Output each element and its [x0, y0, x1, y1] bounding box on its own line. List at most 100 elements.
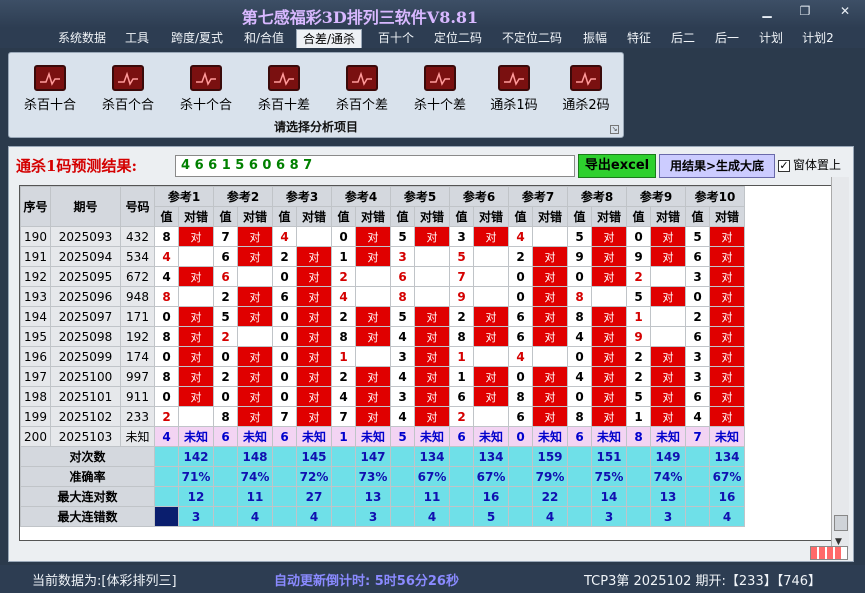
hit-cell: 对	[414, 326, 450, 347]
ref-value: 2	[331, 306, 356, 327]
stat-pad	[567, 506, 592, 527]
ribbon-btn-kill-sg-sum[interactable]: 杀十个合	[171, 65, 241, 113]
ribbon-btn-kill-bs-sum[interactable]: 杀百十合	[15, 65, 85, 113]
menu-last-two[interactable]: 后二	[666, 29, 700, 48]
stat-value: 12	[178, 486, 214, 507]
on-top-checkbox[interactable]: ✓ 窗体置上	[778, 156, 841, 173]
row-index: 190	[20, 226, 51, 247]
row-index: 194	[20, 306, 51, 327]
hit-cell: 对	[532, 306, 568, 327]
hit-cell: 对	[414, 406, 450, 427]
unknown-result: 未知	[414, 426, 450, 447]
predicted-value: 5	[390, 426, 415, 447]
checkbox-icon[interactable]: ✓	[778, 159, 790, 172]
ref-value: 0	[508, 286, 533, 307]
menu-feature[interactable]: 特征	[622, 29, 656, 48]
menu-system-data[interactable]: 系统数据	[52, 29, 112, 48]
ref-value: 2	[626, 266, 651, 287]
ref-value: 2	[626, 366, 651, 387]
hit-cell: 对	[296, 346, 332, 367]
stat-pad	[213, 486, 238, 507]
ref-value: 0	[213, 346, 238, 367]
col-header-correct: 对错	[414, 206, 450, 227]
ref-value: 0	[685, 286, 710, 307]
table-row[interactable]: 196 2025099 174 0 对 0 对 0 对 1 3 对 1 4 0 对 2 对 3 对	[20, 346, 745, 367]
table-row[interactable]: 197 2025100 997 8 对 2 对 0 对 2 对 4 对 1 对 0 对 4 对 2 对 3 对	[20, 366, 745, 387]
ribbon-btn-kill-bs-diff[interactable]: 杀百十差	[249, 65, 319, 113]
ribbon-btn-kill-bg-sum[interactable]: 杀百个合	[93, 65, 163, 113]
table-row[interactable]: 193 2025096 948 8 2 对 6 对 4 8 9 0 对 8 5 对 0 对	[20, 286, 745, 307]
predicted-value: 1	[331, 426, 356, 447]
hit-cell: 对	[591, 226, 627, 247]
ref-value: 4	[331, 386, 356, 407]
menu-pos-two[interactable]: 定位二码	[428, 29, 488, 48]
hit-cell: 对	[355, 246, 391, 267]
stat-value: 67%	[709, 466, 745, 487]
stat-value: 148	[237, 446, 273, 467]
hit-cell: 对	[532, 386, 568, 407]
ribbon-btn-kill-sg-diff[interactable]: 杀十个差	[405, 65, 475, 113]
stat-value: 4	[532, 506, 568, 527]
scroll-thumb[interactable]	[834, 515, 848, 531]
table-row[interactable]: 190 2025093 432 8 对 7 对 4 0 对 5 对 3 对 4 5 对 0 对 5 对	[20, 226, 745, 247]
ref-value: 3	[390, 386, 415, 407]
ref-value: 7	[331, 406, 356, 427]
stat-value: 4	[709, 506, 745, 527]
table-row[interactable]: 191 2025094 534 4 6 对 2 对 1 对 3 5 2 对 9 对 9 对 6 对	[20, 246, 745, 267]
hit-cell: 对	[414, 386, 450, 407]
prediction-field[interactable]: 4 6 6 1 5 6 0 6 8 7	[175, 155, 575, 177]
hit-cell: 对	[650, 366, 686, 387]
hit-cell: 对	[178, 306, 214, 327]
hit-cell: 对	[532, 266, 568, 287]
menu-plan2[interactable]: 计划2	[796, 29, 840, 48]
col-header-value: 值	[626, 206, 651, 227]
unknown-result: 未知	[473, 426, 509, 447]
app-title: 第七感福彩3D排列三软件V8.81	[241, 8, 479, 27]
table-row[interactable]: 194 2025097 171 0 对 5 对 0 对 2 对 5 对 2 对 6 对 8 对 1 2 对	[20, 306, 745, 327]
ribbon-btn-kill-1[interactable]: 通杀1码	[479, 65, 549, 113]
row-number: 672	[120, 266, 155, 287]
close-icon[interactable]: ✕	[834, 4, 856, 18]
status-latest-draw: TCP3第 2025102 期开:【233】【746】	[584, 574, 822, 589]
row-period: 2025094	[50, 246, 121, 267]
menu-amplitude[interactable]: 振幅	[578, 29, 612, 48]
ribbon-btn-kill-bg-diff[interactable]: 杀百个差	[327, 65, 397, 113]
hit-cell: 对	[532, 406, 568, 427]
ref-value: 8	[213, 406, 238, 427]
menu-plan[interactable]: 计划	[754, 29, 788, 48]
table-row[interactable]: 200 2025103 未知 4 未知 6 未知 6 未知 1 未知 5 未知 6 未知 0 未知 6 未知 8 未知 7…	[20, 426, 745, 447]
stat-pad	[508, 506, 533, 527]
table-row[interactable]: 198 2025101 911 0 对 0 对 0 对 4 对 3 对 6 对 8 对 0 对 5 对 6 对	[20, 386, 745, 407]
menu-nonpos-two[interactable]: 不定位二码	[496, 29, 568, 48]
export-excel-button[interactable]: 导出excel	[578, 154, 656, 178]
minimize-icon[interactable]: ▁	[756, 4, 778, 18]
hit-cell: 对	[473, 386, 509, 407]
generate-base-button[interactable]: 用结果>生成大底	[659, 154, 775, 178]
menu-tools[interactable]: 工具	[120, 29, 154, 48]
ribbon-btn-kill-2[interactable]: 通杀2码	[551, 65, 621, 113]
stat-pad	[626, 466, 651, 487]
menu-last-one[interactable]: 后一	[710, 29, 744, 48]
vertical-scrollbar[interactable]: ▼	[831, 177, 849, 549]
stat-value: 134	[414, 446, 450, 467]
menu-digits[interactable]: 百十个	[370, 29, 422, 48]
table-row[interactable]: 195 2025098 192 8 对 2 0 对 8 对 4 对 8 对 6 对 4 对 9 6 对	[20, 326, 745, 347]
ref-value: 2	[331, 266, 356, 287]
col-header-ref-7: 参考7	[508, 186, 568, 207]
hit-cell: 对	[473, 366, 509, 387]
menu-sum[interactable]: 和/合值	[238, 29, 290, 48]
menu-span[interactable]: 跨度/夏式	[164, 29, 230, 48]
predicted-value: 7	[685, 426, 710, 447]
hit-cell: 对	[237, 306, 273, 327]
ref-value: 8	[567, 306, 592, 327]
stat-value: 27	[296, 486, 332, 507]
predicted-value: 6	[213, 426, 238, 447]
row-period: 2025098	[50, 326, 121, 347]
table-row[interactable]: 199 2025102 233 2 8 对 7 对 7 对 4 对 2 6 对 8 对 1 对 4 对	[20, 406, 745, 427]
ref-value: 6	[213, 246, 238, 267]
ref-value: 4	[331, 286, 356, 307]
table-row[interactable]: 192 2025095 672 4 对 6 0 对 2 6 7 0 对 0 对 2 3 对	[20, 266, 745, 287]
menu-diff-kill[interactable]: 合差/通杀	[296, 29, 362, 48]
restore-icon[interactable]: ❐	[794, 4, 816, 18]
expand-icon[interactable]: ↘	[610, 125, 619, 134]
